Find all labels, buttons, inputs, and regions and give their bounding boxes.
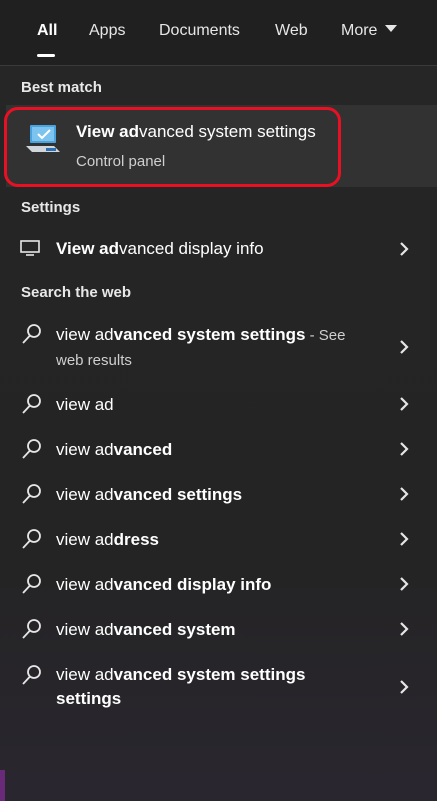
background-window-edge xyxy=(0,770,5,801)
chevron-right-icon xyxy=(400,397,409,411)
web-result[interactable]: view ad xyxy=(0,385,437,425)
chevron-right-icon xyxy=(400,622,409,636)
search-icon xyxy=(22,484,41,504)
web-result-label: view advanced xyxy=(56,440,172,460)
search-icon xyxy=(22,574,41,594)
settings-result-label: View advanced display info xyxy=(56,239,264,259)
search-panel: All Apps Documents Web More Best match V… xyxy=(0,0,437,801)
web-result-line1: view advanced system settings xyxy=(56,665,305,685)
settings-result-display-info[interactable]: View advanced display info xyxy=(0,228,437,270)
section-best-match: Best match xyxy=(21,79,102,96)
best-match-subtitle: Control panel xyxy=(76,153,166,170)
best-match-result[interactable] xyxy=(6,105,437,187)
chevron-right-icon xyxy=(400,487,409,501)
tab-apps[interactable]: Apps xyxy=(89,22,125,40)
search-icon xyxy=(22,619,41,639)
chevron-right-icon xyxy=(400,577,409,591)
tab-web[interactable]: Web xyxy=(275,22,308,40)
web-result-line2: web results xyxy=(56,352,132,369)
section-search-the-web: Search the web xyxy=(21,284,132,301)
settings-label-rest: vanced display info xyxy=(119,239,264,258)
web-result-line2-bold: settings xyxy=(56,689,122,708)
web-result-bold: vanced system settings xyxy=(113,325,306,344)
web-result-bold: vanced xyxy=(113,440,173,459)
settings-label-bold: View ad xyxy=(56,239,119,258)
tab-more-label: More xyxy=(341,22,378,39)
chevron-right-icon xyxy=(400,340,409,354)
web-result-plain: view ad xyxy=(56,530,114,549)
search-icon xyxy=(22,394,41,414)
web-result-label: view advanced system xyxy=(56,620,236,640)
system-settings-monitor-icon xyxy=(26,125,60,152)
chevron-right-icon xyxy=(400,242,409,256)
web-result[interactable]: view advanced system settings - See web … xyxy=(0,315,437,377)
search-icon xyxy=(22,665,41,685)
web-result-label: view address xyxy=(56,530,159,550)
web-result[interactable]: view advanced system settings settings xyxy=(0,655,437,717)
monitor-icon xyxy=(20,240,40,256)
web-result-bold: vanced system xyxy=(113,620,236,639)
web-result-plain: view ad xyxy=(56,325,114,344)
web-result[interactable]: view address xyxy=(0,520,437,560)
best-match-title-bold: View ad xyxy=(76,122,139,141)
web-result-bold: dress xyxy=(113,530,160,549)
web-result-label: view ad xyxy=(56,395,114,415)
chevron-right-icon xyxy=(400,532,409,546)
search-icon xyxy=(22,324,41,344)
web-result-plain: view ad xyxy=(56,485,114,504)
chevron-right-icon xyxy=(400,442,409,456)
chevron-down-icon xyxy=(385,25,398,32)
web-result[interactable]: view advanced settings xyxy=(0,475,437,515)
search-icon xyxy=(22,529,41,549)
web-result-label: view advanced display info xyxy=(56,575,271,595)
web-result-plain: view ad xyxy=(56,440,114,459)
web-result-see: - See xyxy=(305,327,346,344)
tab-all[interactable]: All xyxy=(37,22,57,40)
web-result-plain: view ad xyxy=(56,575,114,594)
web-result-plain: view ad xyxy=(56,665,114,684)
web-result[interactable]: view advanced system xyxy=(0,610,437,650)
web-result-line1: view advanced system settings - See xyxy=(56,325,345,345)
web-result[interactable]: view advanced xyxy=(0,430,437,470)
web-result-plain: view ad xyxy=(56,620,114,639)
web-result-bold: vanced display info xyxy=(113,575,272,594)
tab-more[interactable]: More xyxy=(341,22,398,40)
search-icon xyxy=(22,439,41,459)
best-match-title-rest: vanced system settings xyxy=(139,122,316,141)
web-result-line2: settings xyxy=(56,689,121,709)
tab-documents[interactable]: Documents xyxy=(159,22,240,40)
search-tabs: All Apps Documents Web More xyxy=(0,0,437,66)
tab-active-indicator xyxy=(37,54,55,57)
web-result-plain: view ad xyxy=(56,395,114,414)
web-result-bold: vanced settings xyxy=(113,485,243,504)
web-result[interactable]: view advanced display info xyxy=(0,565,437,605)
web-result-label: view advanced settings xyxy=(56,485,242,505)
section-settings: Settings xyxy=(21,199,81,216)
chevron-right-icon xyxy=(400,680,409,694)
web-result-bold: vanced system settings xyxy=(113,665,306,684)
best-match-title: View advanced system settings xyxy=(76,122,316,142)
